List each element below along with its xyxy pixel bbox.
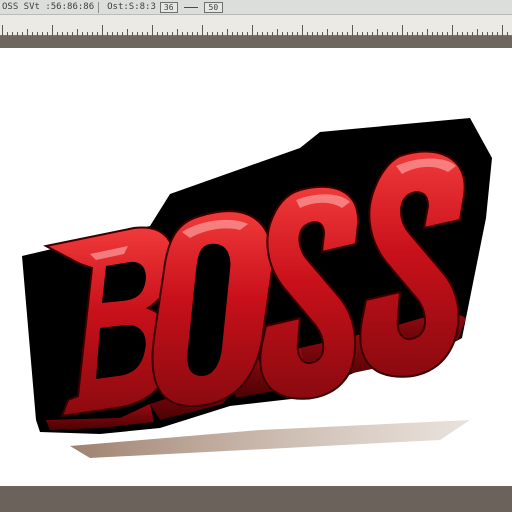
range-dash	[183, 6, 198, 8]
coordinates-readout: Ost:S:8:3	[107, 2, 156, 12]
ruler-ticks	[0, 25, 512, 36]
toolbar-divider	[98, 1, 100, 13]
boss-logo-artwork	[22, 118, 492, 458]
value-field[interactable]: 36	[159, 1, 178, 13]
document-canvas[interactable]	[0, 48, 512, 486]
toolbar-label: OSS SVt :56:86:86	[2, 2, 95, 12]
horizontal-ruler[interactable]	[0, 15, 512, 36]
status-bar	[0, 486, 512, 512]
ruler-guide-band	[0, 36, 512, 48]
zoom-field[interactable]: 50	[203, 1, 224, 13]
editor-window: OSS SVt :56:86:86 Ost:S:8:3 36 50	[0, 0, 512, 512]
options-toolbar: OSS SVt :56:86:86 Ost:S:8:3 36 50	[0, 0, 512, 15]
